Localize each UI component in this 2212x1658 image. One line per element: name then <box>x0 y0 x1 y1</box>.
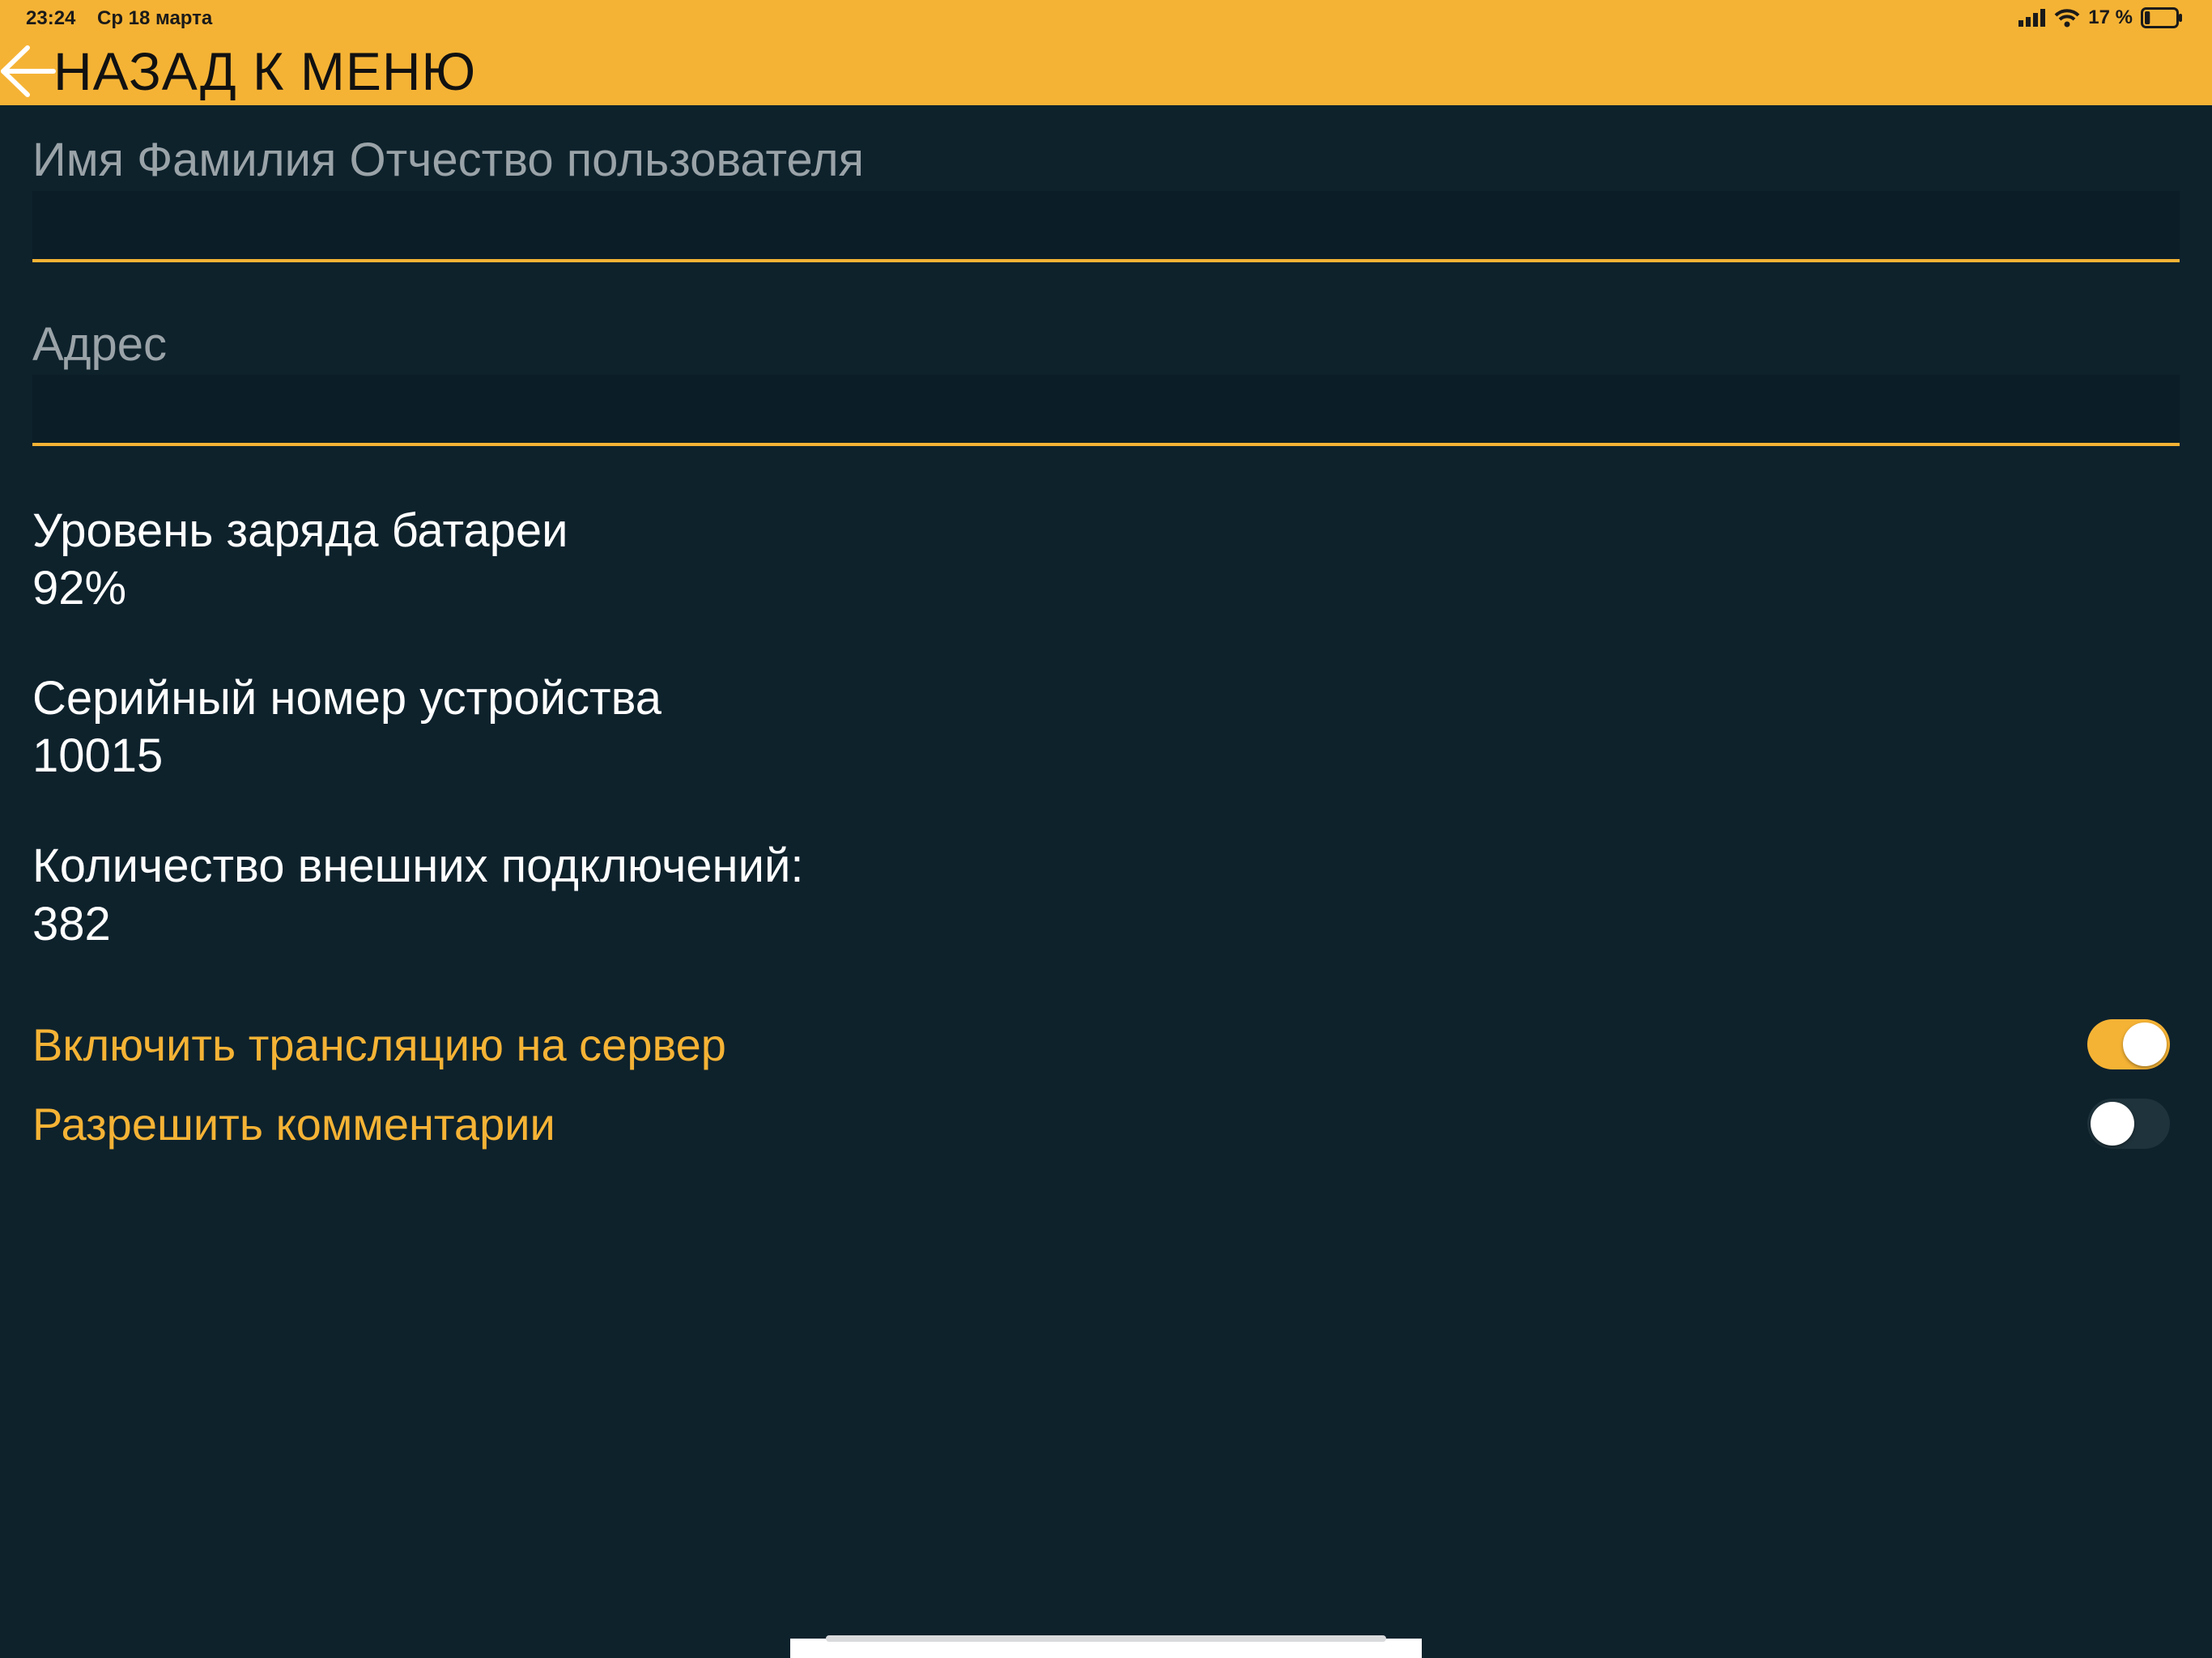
name-input[interactable] <box>32 191 2180 262</box>
status-bar: 23:24 Ср 18 марта 17 % <box>0 0 2212 37</box>
stream-to-server-toggle[interactable] <box>2087 1019 2170 1069</box>
status-date: Ср 18 марта <box>97 7 213 29</box>
serial-number-label: Серийный номер устройства <box>32 672 662 725</box>
address-field-label: Адрес <box>32 318 168 371</box>
home-indicator[interactable] <box>826 1635 1386 1642</box>
arrow-left-icon <box>1 45 56 97</box>
connections-count-label: Количество внешних подключений: <box>32 840 804 892</box>
status-time: 23:24 <box>26 7 76 29</box>
back-to-menu-button[interactable]: НАЗАД К МЕНЮ <box>0 37 476 105</box>
battery-percent: 17 % <box>2088 6 2133 28</box>
battery-icon <box>2141 7 2182 28</box>
toggle-knob <box>2123 1022 2167 1066</box>
stream-to-server-label: Включить трансляцию на сервер <box>32 1019 726 1070</box>
connections-count-value: 382 <box>32 898 111 950</box>
name-field-label: Имя Фамилия Отчество пользователя <box>32 134 865 186</box>
allow-comments-label: Разрешить комментарии <box>32 1099 555 1150</box>
allow-comments-toggle[interactable] <box>2087 1099 2170 1149</box>
status-indicators: 17 % <box>2018 6 2183 29</box>
wifi-icon <box>2054 9 2080 28</box>
signal-icon <box>2018 9 2046 27</box>
battery-fill <box>2145 11 2150 24</box>
battery-level-label: Уровень заряда батареи <box>32 504 568 557</box>
toggle-knob <box>2091 1102 2134 1146</box>
battery-level-value: 92% <box>32 562 127 614</box>
back-to-menu-label: НАЗАД К МЕНЮ <box>53 41 477 101</box>
address-input[interactable] <box>32 375 2180 446</box>
header: НАЗАД К МЕНЮ <box>0 37 2212 105</box>
serial-number-value: 10015 <box>32 729 164 782</box>
